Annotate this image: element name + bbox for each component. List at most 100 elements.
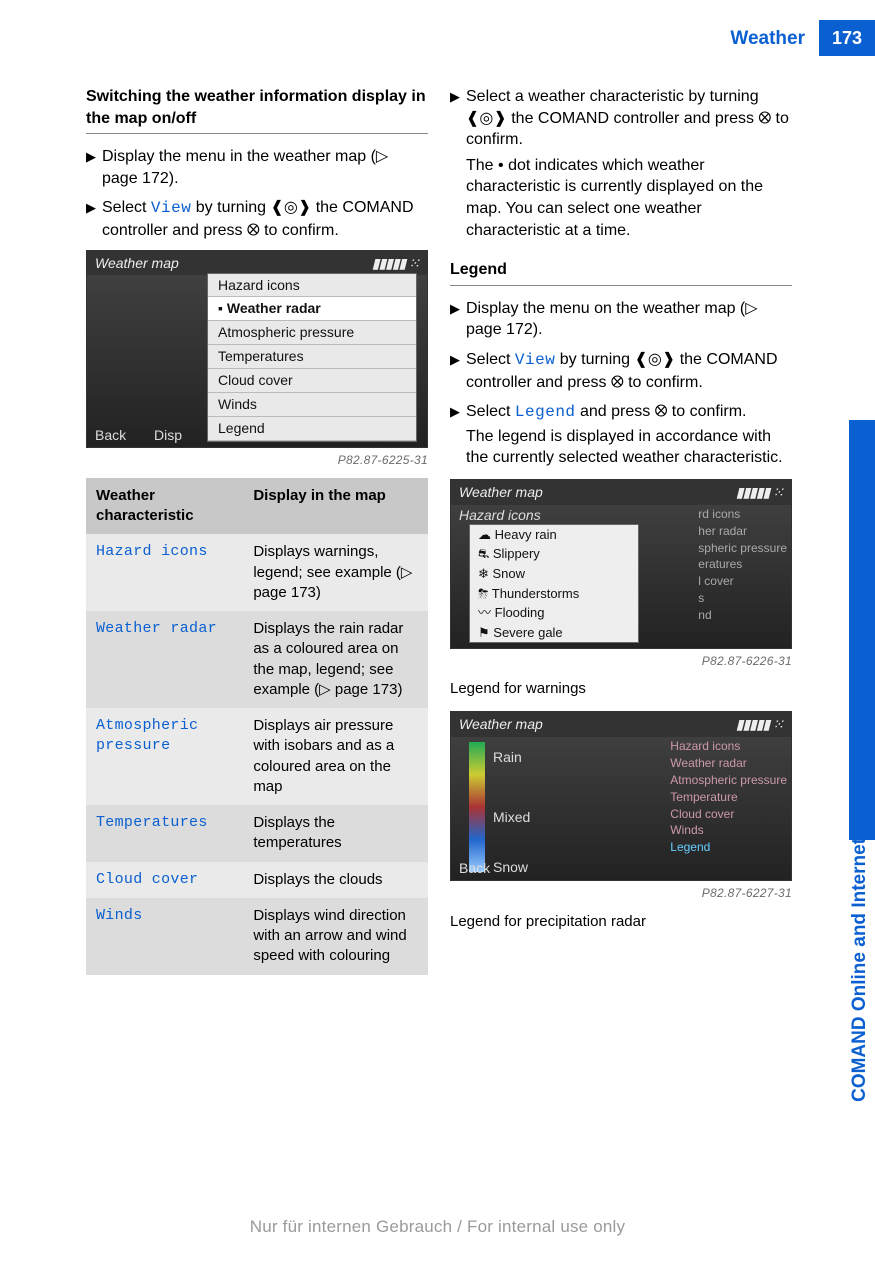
char-desc: Displays air pressure with isobars and a… — [243, 708, 428, 805]
menu-item: Legend — [208, 417, 416, 441]
side-tab — [849, 420, 875, 840]
menu-item: Winds — [208, 393, 416, 417]
char-term: Weather radar — [86, 611, 243, 708]
text: Select — [466, 351, 515, 368]
side-item: her radar — [698, 523, 787, 540]
legend-item: ⚑ Severe gale — [470, 623, 638, 643]
right-column: ▶ Select a weather characteristic by tur… — [450, 86, 792, 975]
text: Select — [102, 199, 151, 216]
wm-title-text: Weather map — [459, 483, 543, 502]
page-number: 173 — [819, 20, 875, 56]
table-row: Weather radarDisplays the rain radar as … — [86, 611, 428, 708]
controller-press-icon: ⭙ — [611, 374, 624, 391]
step-text: Select Legend and press ⭙ to confirm. Th… — [466, 401, 792, 469]
legend-item: ❄ Snow — [470, 564, 638, 584]
legend-mixed: Mixed — [493, 808, 530, 827]
wm-bottom-bar: Back Disp — [95, 426, 206, 445]
char-term: Temperatures — [86, 805, 243, 862]
instruction-step: ▶ Select View by turning ❰◎❱ the COMAND … — [450, 349, 792, 393]
legend-rain: Rain — [493, 748, 522, 767]
text: to confirm. — [667, 403, 746, 420]
text: Select — [466, 403, 515, 420]
side-item: Atmospheric pressure — [670, 772, 787, 789]
legend-item: ☁ Heavy rain — [470, 525, 638, 545]
side-item: rd icons — [698, 506, 787, 523]
char-term: Hazard icons — [86, 534, 243, 611]
instruction-step: ▶ Select View by turning ❰◎❱ the COMAND … — [86, 197, 428, 241]
table-row: WindsDisplays wind direction with an arr… — [86, 898, 428, 975]
char-term: Atmospheric pressure — [86, 708, 243, 805]
controller-turn-icon: ❰◎❱ — [270, 199, 311, 216]
header-title: Weather — [730, 20, 819, 56]
side-item: Temperature — [670, 789, 787, 806]
side-label: COMAND Online and Internet — [847, 838, 873, 1102]
controller-press-icon: ⭙ — [247, 222, 260, 239]
table-row: Hazard iconsDisplays warnings, legend; s… — [86, 534, 428, 611]
table-row: Cloud coverDisplays the clouds — [86, 862, 428, 898]
char-term: Winds — [86, 898, 243, 975]
legend-item: 〰 Flooding — [470, 603, 638, 623]
side-item: nd — [698, 607, 787, 624]
text: the COMAND controller and press — [507, 110, 759, 127]
text: to confirm. — [624, 374, 703, 391]
menu-item: Hazard icons — [208, 274, 416, 298]
controller-press-icon: ⭙ — [758, 110, 771, 127]
image-caption: Legend for warnings — [450, 679, 792, 699]
signal-icon: ▮▮▮▮▮ ⁙ — [372, 254, 419, 273]
menu-item: Temperatures — [208, 345, 416, 369]
side-item: eratures — [698, 556, 787, 573]
wm-disp: Disp — [154, 427, 182, 443]
step-marker-icon: ▶ — [86, 146, 102, 189]
table-row: TemperaturesDisplays the temperatures — [86, 805, 428, 862]
side-item: Hazard icons — [670, 738, 787, 755]
table-row: Atmospheric pressureDisplays air pressur… — [86, 708, 428, 805]
image-code: P82.87-6226-31 — [450, 653, 792, 669]
side-item: l cover — [698, 573, 787, 590]
instruction-step: ▶ Display the menu on the weather map (▷… — [450, 298, 792, 341]
image-code: P82.87-6227-31 — [450, 885, 792, 901]
table-header: Display in the map — [243, 478, 428, 535]
side-item: spheric pressure — [698, 540, 787, 557]
controller-turn-icon: ❰◎❱ — [634, 351, 675, 368]
menu-item: Atmospheric pressure — [208, 321, 416, 345]
legend-precip-screenshot: Weather map ▮▮▮▮▮ ⁙ Rain Mixed Snow Haza… — [450, 711, 792, 881]
side-item: s — [698, 590, 787, 607]
step-marker-icon: ▶ — [450, 349, 466, 393]
menu-item-selected: ▪ Weather radar — [208, 297, 416, 321]
step-marker-icon: ▶ — [450, 86, 466, 241]
footer-notice: Nur für internen Gebrauch / For internal… — [0, 1216, 875, 1239]
step-marker-icon: ▶ — [450, 298, 466, 341]
text: and press — [576, 403, 655, 420]
text: Select a weather characteristic by turni… — [466, 88, 759, 105]
side-item: Cloud cover — [670, 806, 787, 823]
wm-view-menu: Hazard icons ▪ Weather radar Atmospheric… — [207, 273, 417, 442]
wm-side-menu: rd icons her radar spheric pressure erat… — [698, 506, 787, 624]
weather-characteristic-table: Weather characteristic Display in the ma… — [86, 478, 428, 975]
instruction-step: ▶ Select a weather characteristic by tur… — [450, 86, 792, 241]
weather-map-screenshot: Weather map ▮▮▮▮▮ ⁙ Hazard icons ▪ Weath… — [86, 250, 428, 448]
section-heading: Switching the weather information displa… — [86, 86, 428, 134]
char-desc: Displays the clouds — [243, 862, 428, 898]
char-desc: Displays the temperatures — [243, 805, 428, 862]
char-desc: Displays wind direction with an arrow an… — [243, 898, 428, 975]
table-header: Weather characteristic — [86, 478, 243, 535]
ui-term-view: View — [151, 199, 191, 217]
wm-side-menu: Hazard icons Weather radar Atmospheric p… — [670, 738, 787, 856]
page-header: Weather 173 — [0, 20, 875, 56]
step-marker-icon: ▶ — [450, 401, 466, 469]
text: to confirm. — [260, 222, 339, 239]
ui-term-legend: Legend — [515, 403, 576, 421]
signal-icon: ▮▮▮▮▮ ⁙ — [736, 715, 783, 734]
char-desc: Displays warnings, legend; see example (… — [243, 534, 428, 611]
wm-title-text: Weather map — [95, 254, 179, 273]
legend-warnings-screenshot: Weather map ▮▮▮▮▮ ⁙ Hazard icons ☁ Heavy… — [450, 479, 792, 649]
instruction-step: ▶ Select Legend and press ⭙ to confirm. … — [450, 401, 792, 469]
legend-item: ⛈ Thunderstorms — [470, 584, 638, 604]
controller-press-icon: ⭙ — [655, 403, 668, 420]
wm-legend-panel: ☁ Heavy rain ⛐ Slippery ❄ Snow ⛈ Thunder… — [469, 524, 639, 643]
char-term: Cloud cover — [86, 862, 243, 898]
step-note: The • dot indicates which weather charac… — [466, 155, 792, 241]
char-desc: Displays the rain radar as a coloured ar… — [243, 611, 428, 708]
step-note: The legend is displayed in accordance wi… — [466, 426, 792, 469]
step-text: Select View by turning ❰◎❱ the COMAND co… — [466, 349, 792, 393]
